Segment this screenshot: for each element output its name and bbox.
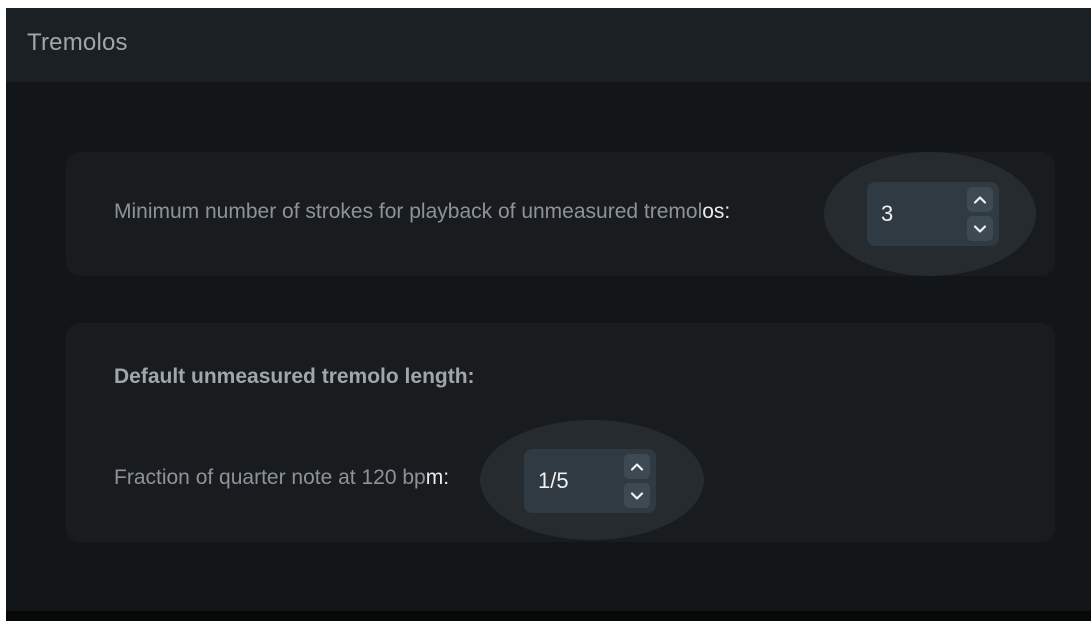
- strokes-increment-button[interactable]: [967, 187, 993, 212]
- chevron-up-icon: [630, 462, 644, 471]
- tremolos-panel: Tremolos Minimum number of strokes for p…: [6, 8, 1091, 621]
- chevron-down-icon: [973, 224, 987, 233]
- fraction-decrement-button[interactable]: [624, 483, 650, 508]
- strokes-label-tail: os:: [702, 200, 731, 223]
- strokes-label: Minimum number of strokes for playback o…: [114, 200, 730, 224]
- strokes-value[interactable]: 3: [881, 201, 893, 227]
- fraction-label-text: Fraction of quarter note at 120 bp: [114, 466, 426, 489]
- chevron-up-icon: [973, 195, 987, 204]
- fraction-label: Fraction of quarter note at 120 bpm:: [114, 466, 449, 490]
- bottom-border: [6, 611, 1091, 621]
- strokes-label-text: Minimum number of strokes for playback o…: [114, 200, 703, 223]
- length-card: Default unmeasured tremolo length: Fract…: [66, 323, 1055, 542]
- fraction-value[interactable]: 1/5: [538, 468, 569, 494]
- page-title: Tremolos: [27, 29, 128, 56]
- fraction-increment-button[interactable]: [624, 454, 650, 479]
- chevron-down-icon: [630, 491, 644, 500]
- fraction-stepper[interactable]: 1/5: [524, 449, 656, 513]
- panel-header: Tremolos: [6, 8, 1091, 82]
- strokes-card: Minimum number of strokes for playback o…: [66, 152, 1055, 276]
- section-heading: Default unmeasured tremolo length:: [114, 365, 475, 388]
- strokes-decrement-button[interactable]: [967, 216, 993, 241]
- strokes-stepper[interactable]: 3: [867, 182, 999, 246]
- fraction-label-tail: m:: [425, 466, 450, 489]
